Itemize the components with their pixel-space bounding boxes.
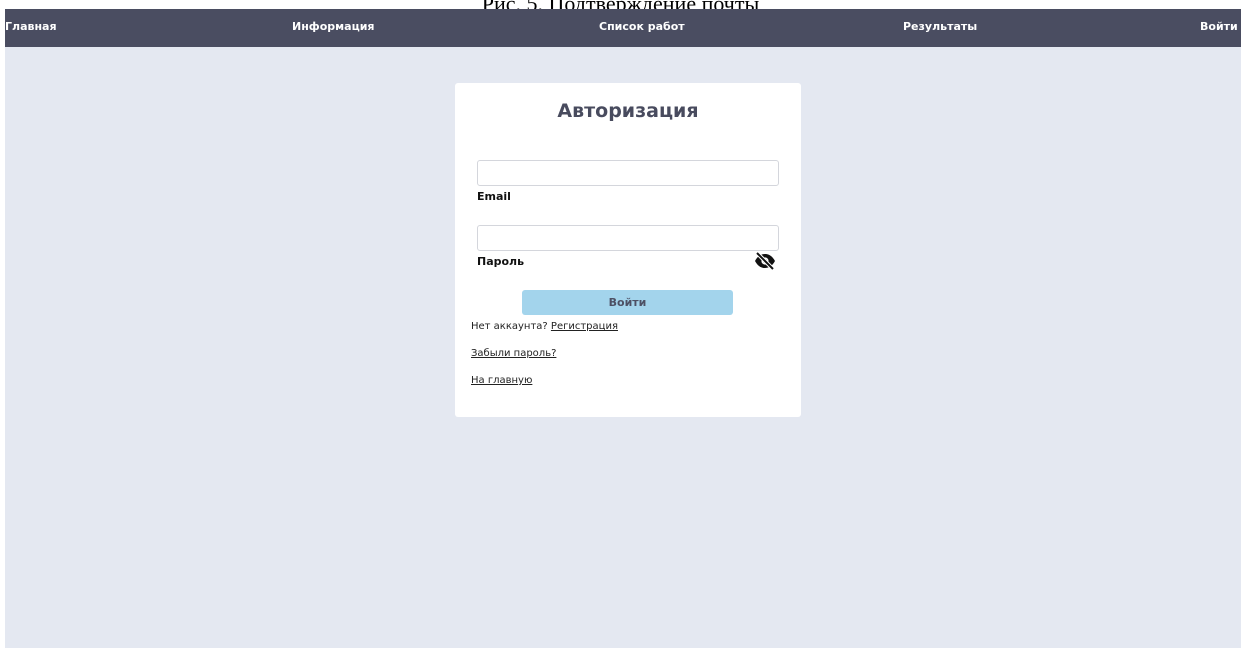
login-submit-button[interactable]: Войти — [522, 290, 733, 315]
auth-card: Авторизация Email Пароль Войти Нет аккау… — [455, 83, 801, 417]
forgot-password-line: Забыли пароль? — [471, 348, 556, 359]
email-label: Email — [477, 190, 511, 203]
email-input[interactable] — [477, 160, 779, 186]
nav-info-link[interactable]: Информация — [292, 20, 375, 33]
password-label: Пароль — [477, 255, 525, 268]
nav-works-link[interactable]: Список работ — [599, 20, 685, 33]
home-link-line: На главную — [471, 375, 532, 386]
register-link[interactable]: Регистрация — [551, 321, 618, 332]
eye-slash-icon[interactable] — [754, 251, 776, 271]
auth-title: Авторизация — [557, 100, 699, 122]
to-home-link[interactable]: На главную — [471, 375, 532, 386]
nav-results-link[interactable]: Результаты — [903, 20, 977, 33]
forgot-password-link[interactable]: Забыли пароль? — [471, 348, 556, 359]
no-account-line: Нет аккаунта? Регистрация — [471, 321, 618, 332]
nav-login-link[interactable]: Войти — [1200, 20, 1238, 33]
app-screenshot: Главная Информация Список работ Результа… — [5, 9, 1241, 648]
no-account-text: Нет аккаунта? — [471, 321, 548, 332]
top-navbar: Главная Информация Список работ Результа… — [5, 9, 1241, 47]
password-input[interactable] — [477, 225, 779, 251]
nav-home-link[interactable]: Главная — [5, 20, 57, 33]
